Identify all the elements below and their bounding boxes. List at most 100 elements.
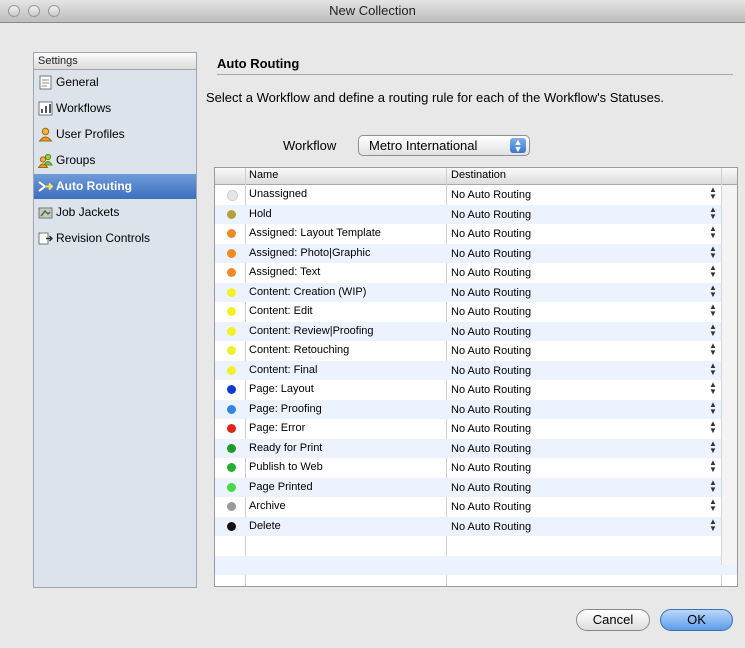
select-arrows-icon[interactable]: ▲ ▼ bbox=[709, 264, 717, 279]
table-row[interactable]: Page: Proofing No Auto Routing ▲ ▼ bbox=[215, 399, 737, 419]
select-arrows-icon[interactable]: ▲ ▼ bbox=[709, 303, 717, 318]
workflow-icon bbox=[38, 101, 53, 116]
column-header-name[interactable]: Name bbox=[249, 169, 278, 181]
status-name: Content: Review|Proofing bbox=[249, 324, 374, 337]
table-row[interactable]: Content: Review|Proofing No Auto Routing ▲… bbox=[215, 321, 737, 341]
select-arrows-icon[interactable]: ▲ ▼ bbox=[709, 420, 717, 435]
table-row[interactable]: Content: Retouching No Auto Routing ▲ ▼ bbox=[215, 341, 737, 361]
ok-button[interactable]: OK bbox=[660, 609, 733, 631]
status-name: Assigned: Layout Template bbox=[249, 227, 381, 239]
sidebar-item-user-profiles[interactable]: User Profiles bbox=[34, 122, 196, 147]
table-row[interactable]: Ready for Print No Auto Routing ▲ ▼ bbox=[215, 438, 737, 458]
table-row[interactable]: Publish to Web No Auto Routing ▲ ▼ bbox=[215, 458, 737, 478]
table-row[interactable]: Delete No Auto Routing ▲ ▼ bbox=[215, 516, 737, 536]
destination-select[interactable]: No Auto Routing bbox=[451, 209, 531, 221]
status-name: Content: Final bbox=[249, 363, 318, 376]
column-header-destination[interactable]: Destination bbox=[451, 169, 506, 181]
sidebar-item-revision-controls[interactable]: Revision Controls bbox=[34, 226, 196, 251]
status-color-dot bbox=[227, 268, 236, 277]
select-arrows-icon[interactable]: ▲ ▼ bbox=[709, 244, 717, 259]
status-name: Content: Retouching bbox=[249, 344, 350, 356]
destination-select[interactable]: No Auto Routing bbox=[451, 345, 531, 357]
destination-select[interactable]: No Auto Routing bbox=[451, 501, 531, 513]
status-color-dot bbox=[227, 365, 236, 375]
title-bar: New Collection bbox=[0, 0, 745, 23]
destination-select[interactable]: No Auto Routing bbox=[451, 267, 531, 279]
table-row[interactable]: Assigned: Text No Auto Routing ▲ ▼ bbox=[215, 263, 737, 283]
table-header: Name Destination bbox=[215, 168, 737, 185]
sidebar-item-workflows[interactable]: Workflows bbox=[34, 96, 196, 121]
sidebar-item-job-jackets[interactable]: Job Jackets bbox=[34, 200, 196, 225]
sidebar-header: Settings bbox=[34, 53, 196, 70]
destination-select[interactable]: No Auto Routing bbox=[451, 482, 531, 494]
table-row[interactable]: Hold No Auto Routing ▲ ▼ bbox=[215, 204, 737, 224]
select-arrows-icon[interactable]: ▲ ▼ bbox=[709, 361, 717, 376]
sidebar-item-label: General bbox=[56, 75, 99, 89]
destination-select[interactable]: No Auto Routing bbox=[451, 384, 531, 396]
sidebar-item-label: Auto Routing bbox=[56, 179, 132, 193]
table-row[interactable]: Archive No Auto Routing ▲ ▼ bbox=[215, 497, 737, 517]
destination-select[interactable]: No Auto Routing bbox=[451, 462, 531, 474]
status-color-dot bbox=[227, 229, 236, 238]
status-color-dot bbox=[227, 190, 238, 201]
table-row[interactable]: Content: Creation (WIP) No Auto Routing ▲ ▼ bbox=[215, 282, 737, 302]
select-arrows-icon[interactable]: ▲ ▼ bbox=[709, 459, 717, 474]
destination-select[interactable]: No Auto Routing bbox=[451, 306, 531, 318]
sidebar-item-groups[interactable]: Groups bbox=[34, 148, 196, 173]
destination-select[interactable]: No Auto Routing bbox=[451, 287, 531, 299]
table-row[interactable]: Unassigned No Auto Routing ▲ ▼ bbox=[215, 185, 737, 205]
status-color-dot bbox=[227, 385, 236, 394]
select-arrows-icon[interactable]: ▲ ▼ bbox=[709, 381, 717, 396]
user-icon bbox=[38, 127, 53, 142]
status-name: Page: Error bbox=[249, 422, 306, 434]
status-name: Unassigned bbox=[249, 188, 308, 200]
sidebar-item-general[interactable]: General bbox=[34, 70, 196, 95]
select-arrows-icon[interactable]: ▲ ▼ bbox=[709, 517, 717, 532]
status-name: Publish to Web bbox=[249, 461, 323, 473]
select-arrows-icon[interactable]: ▲ ▼ bbox=[709, 283, 717, 298]
status-name: Delete bbox=[249, 519, 281, 532]
select-arrows-icon[interactable]: ▲ ▼ bbox=[709, 400, 717, 415]
table-row[interactable]: Page: Error No Auto Routing ▲ ▼ bbox=[215, 419, 737, 439]
table-row[interactable]: Assigned: Layout Template No Auto Routing… bbox=[215, 224, 737, 244]
status-name: Assigned: Text bbox=[249, 266, 321, 278]
destination-select[interactable]: No Auto Routing bbox=[451, 423, 531, 435]
select-arrows-icon[interactable]: ▲ ▼ bbox=[709, 225, 717, 240]
table-row[interactable]: Content: Final No Auto Routing ▲ ▼ bbox=[215, 360, 737, 380]
destination-select[interactable]: No Auto Routing bbox=[451, 228, 531, 240]
destination-select[interactable]: No Auto Routing bbox=[451, 365, 531, 377]
workflow-select[interactable]: Metro International ▲ ▼ bbox=[358, 135, 530, 156]
section-divider bbox=[217, 74, 733, 75]
table-row[interactable]: Content: Edit No Auto Routing ▲ ▼ bbox=[215, 302, 737, 322]
status-color-dot bbox=[227, 404, 236, 414]
status-name: Page: Proofing bbox=[249, 402, 322, 415]
status-color-dot bbox=[227, 482, 236, 492]
select-arrows-icon[interactable]: ▲ ▼ bbox=[709, 342, 717, 357]
table-scrollbar[interactable] bbox=[721, 185, 737, 565]
select-arrows-icon[interactable]: ▲ ▼ bbox=[709, 322, 717, 337]
cancel-button[interactable]: Cancel bbox=[576, 609, 650, 631]
table-row[interactable]: Assigned: Photo|Graphic No Auto Routing ▲ ▼ bbox=[215, 243, 737, 263]
destination-select[interactable]: No Auto Routing bbox=[451, 404, 531, 416]
sidebar-item-label: Groups bbox=[56, 153, 96, 167]
sidebar-item-label: Revision Controls bbox=[56, 231, 151, 245]
status-name: Content: Edit bbox=[249, 305, 313, 317]
table-row bbox=[215, 536, 737, 556]
destination-select[interactable]: No Auto Routing bbox=[451, 443, 531, 455]
sidebar-item-auto-routing[interactable]: Auto Routing bbox=[34, 174, 196, 199]
table-row[interactable]: Page Printed No Auto Routing ▲ ▼ bbox=[215, 477, 737, 497]
destination-select[interactable]: No Auto Routing bbox=[451, 248, 531, 260]
popup-arrows-icon: ▲ ▼ bbox=[510, 138, 526, 154]
document-icon bbox=[39, 75, 52, 90]
job-jacket-icon bbox=[38, 207, 53, 219]
status-color-dot bbox=[227, 307, 236, 316]
select-arrows-icon[interactable]: ▲ ▼ bbox=[709, 498, 717, 513]
select-arrows-icon[interactable]: ▲ ▼ bbox=[709, 478, 717, 493]
destination-select[interactable]: No Auto Routing bbox=[451, 326, 531, 338]
destination-select[interactable]: No Auto Routing bbox=[451, 521, 531, 533]
destination-select[interactable]: No Auto Routing bbox=[451, 189, 531, 201]
table-row[interactable]: Page: Layout No Auto Routing ▲ ▼ bbox=[215, 380, 737, 400]
select-arrows-icon[interactable]: ▲ ▼ bbox=[709, 439, 717, 454]
select-arrows-icon[interactable]: ▲ ▼ bbox=[709, 205, 717, 220]
select-arrows-icon[interactable]: ▲ ▼ bbox=[709, 186, 717, 201]
